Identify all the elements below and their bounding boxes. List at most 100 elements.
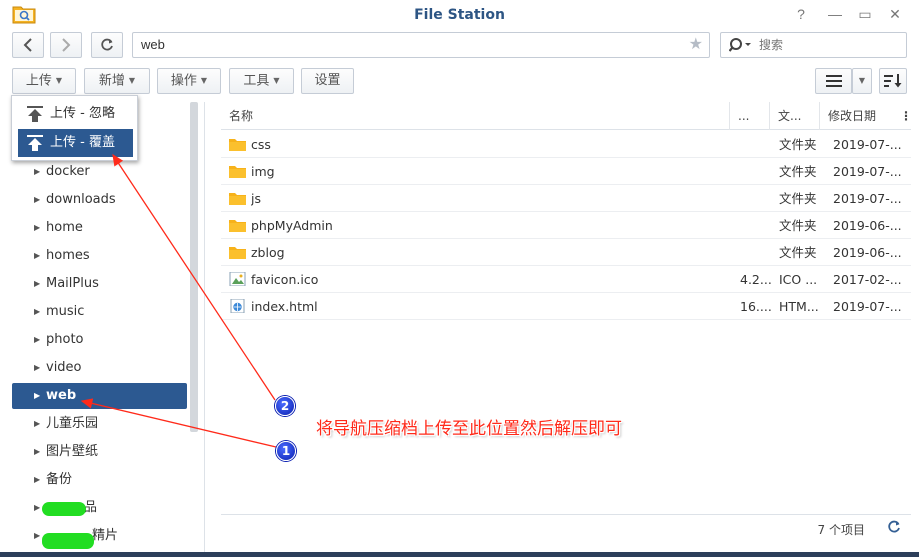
sidebar-item-docker[interactable]: ▶ docker [12,159,187,185]
forward-button[interactable] [50,32,82,58]
folder-icon [229,220,246,232]
upload-menu: 上传 - 忽略 上传 - 覆盖 [11,95,138,161]
expand-triangle-icon[interactable]: ▶ [34,187,40,213]
annotation-text: 将导航压缩档上传至此位置然后解压即可 [316,419,622,439]
folder-icon [229,247,246,259]
sort-button[interactable] [879,68,907,94]
caret-down-icon: ▼ [858,76,866,85]
menu-item-label: 上传 - 覆盖 [50,135,115,150]
sidebar-item-video[interactable]: ▶ video [12,355,187,381]
folder-icon [229,166,246,178]
caret-down-icon: ▼ [128,76,136,85]
sidebar-item-mailplus[interactable]: ▶ MailPlus [12,271,187,297]
close-button[interactable]: ✕ [886,5,904,23]
table-row[interactable]: css 文件夹 2019-07-... [221,131,911,158]
help-button[interactable]: ? [792,5,810,23]
new-label: 新增 [98,73,125,89]
file-date: 2019-06-... [833,245,902,260]
view-mode-dropdown[interactable]: ▼ [852,68,872,94]
expand-triangle-icon[interactable]: ▶ [34,299,40,325]
sidebar-item-label: MailPlus [46,276,99,291]
image-file-icon [229,272,246,286]
column-header-size[interactable]: ... [730,102,770,130]
file-type: 文件夹 [779,245,817,260]
expand-triangle-icon[interactable]: ▶ [34,215,40,241]
search-input[interactable] [759,36,899,54]
file-name: favicon.ico [251,272,319,287]
star-icon[interactable]: ★ [689,33,703,57]
sidebar-item-backup[interactable]: ▶ 备份 [12,467,187,493]
column-header-date[interactable]: 修改日期 [820,102,896,130]
expand-triangle-icon[interactable]: ▶ [34,523,40,549]
status-bar: 7 个项目 [221,514,911,542]
search-field[interactable] [720,32,907,58]
maximize-button[interactable]: ▭ [856,5,874,23]
new-button[interactable]: 新增 ▼ [84,68,150,94]
sidebar-item-label: 儿童乐园 [46,416,99,431]
expand-triangle-icon[interactable]: ▶ [34,355,40,381]
sidebar-scrollbar[interactable] [190,102,198,432]
tools-button[interactable]: 工具 ▼ [229,68,294,94]
sidebar-item-label: 精片 [92,528,119,543]
refresh-icon[interactable] [887,520,901,538]
expand-triangle-icon[interactable]: ▶ [34,495,40,521]
expand-triangle-icon[interactable]: ▶ [34,243,40,269]
sidebar-item-label: 备份 [46,472,73,487]
sidebar-item-photo[interactable]: ▶ photo [12,327,187,353]
sidebar-item-label: photo [46,332,84,347]
file-name: js [251,191,261,206]
redaction-mark [42,533,94,549]
expand-triangle-icon[interactable]: ▶ [34,383,40,409]
menu-item-upload-overwrite[interactable]: 上传 - 覆盖 [18,129,133,157]
file-name: phpMyAdmin [251,218,333,233]
table-row[interactable]: zblog 文件夹 2019-06-... [221,239,911,266]
sidebar-item-home[interactable]: ▶ home [12,215,187,241]
sidebar-item-redacted-1[interactable]: ▶ 品 [12,495,187,521]
table-row[interactable]: img 文件夹 2019-07-... [221,158,911,185]
column-header-type[interactable]: 文... [770,102,820,130]
expand-triangle-icon[interactable]: ▶ [34,327,40,353]
search-icon[interactable] [729,37,757,53]
list-view-icon [825,75,842,87]
expand-triangle-icon[interactable]: ▶ [34,439,40,465]
title-bar: File Station ? — ▭ ✕ [0,0,919,30]
expand-triangle-icon[interactable]: ▶ [34,467,40,493]
sidebar-item-redacted-2[interactable]: ▶ 精片 [12,523,187,549]
sidebar-item-kids-park[interactable]: ▶ 儿童乐园 [12,411,187,437]
table-row[interactable]: js 文件夹 2019-07-... [221,185,911,212]
path-text: web [141,37,165,52]
file-type: ICO ... [779,272,818,287]
settings-button[interactable]: 设置 [301,68,354,94]
refresh-button[interactable] [91,32,123,58]
expand-triangle-icon[interactable]: ▶ [34,159,40,185]
view-mode-button[interactable] [815,68,852,94]
back-button[interactable] [12,32,44,58]
table-row[interactable]: favicon.ico 4.2... ICO ... 2017-02-... [221,266,911,293]
action-button[interactable]: 操作 ▼ [157,68,221,94]
sidebar-item-wallpapers[interactable]: ▶ 图片壁纸 [12,439,187,465]
path-input[interactable]: web ★ [132,32,710,58]
column-menu-icon[interactable]: ⋮ [897,102,911,130]
sidebar-item-downloads[interactable]: ▶ downloads [12,187,187,213]
menu-item-upload-skip[interactable]: 上传 - 忽略 [18,100,133,128]
expand-triangle-icon[interactable]: ▶ [34,271,40,297]
file-list-header: 名称 ... 文... 修改日期 ⋮ [221,102,911,130]
sidebar-item-web[interactable]: ▶ web [12,383,187,409]
sidebar-item-homes[interactable]: ▶ homes [12,243,187,269]
folder-icon [229,193,246,205]
step-badge-1: 1 [276,441,296,461]
window-bottom-edge [0,552,919,557]
step-badge-2: 2 [275,396,295,416]
table-row[interactable]: phpMyAdmin 文件夹 2019-06-... [221,212,911,239]
minimize-button[interactable]: — [826,5,844,23]
upload-button[interactable]: 上传 ▼ [12,68,76,94]
file-date: 2019-07-... [833,137,902,152]
file-type: HTM... [779,299,819,314]
sort-icon [884,74,902,88]
file-type: 文件夹 [779,137,817,152]
sidebar-item-music[interactable]: ▶ music [12,299,187,325]
table-row[interactable]: index.html 16.... HTM... 2019-07-... [221,293,911,320]
expand-triangle-icon[interactable]: ▶ [34,411,40,437]
column-header-name[interactable]: 名称 [221,102,730,130]
file-size: 16.... [740,299,772,314]
